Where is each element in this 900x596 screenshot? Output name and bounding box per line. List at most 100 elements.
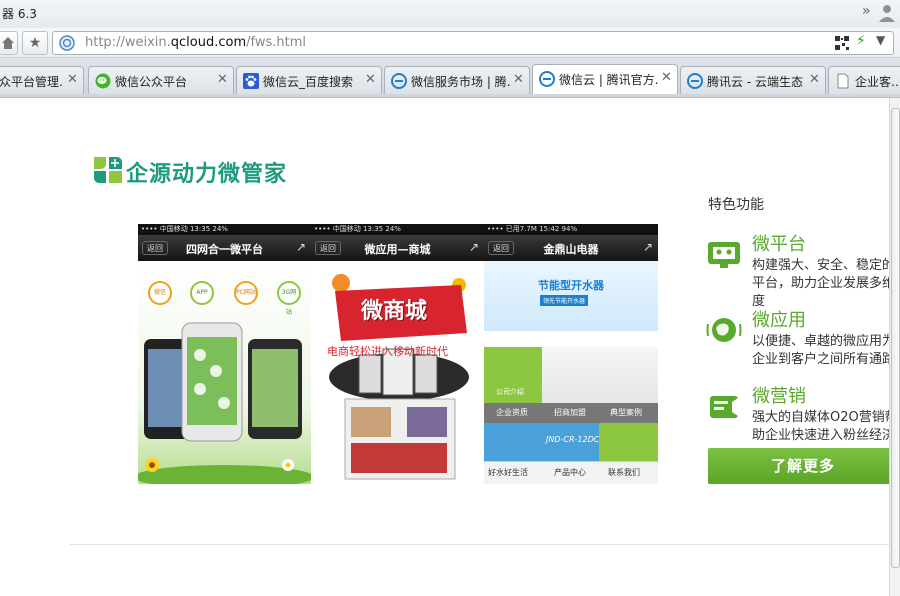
feature-name: 微营销 bbox=[752, 386, 806, 407]
tab-wechat-mp[interactable]: 微信公众平台 ✕ bbox=[88, 66, 234, 94]
tile-label: 典型案例 bbox=[610, 408, 642, 417]
tile-label: 招商加盟 bbox=[554, 408, 586, 417]
phone-bottom-nav: 好水好生活 产品中心 联系我们 bbox=[484, 461, 658, 484]
feature-name: 微应用 bbox=[752, 310, 806, 331]
phone-app-title: 四网合一微平台 bbox=[186, 243, 263, 256]
scrollbar-thumb[interactable] bbox=[891, 108, 900, 568]
address-bar[interactable]: http://weixin.qcloud.com/fws.html ⚡ ▼ bbox=[52, 31, 894, 55]
brand-name: 企源动力微管家 bbox=[126, 162, 288, 187]
screenshot-electrical: •••• 已用7.7M 15:42 94% 返回 金鼎山电器 ↗ 节能型开水器 … bbox=[484, 224, 658, 484]
mall-slogan: 电商轻松进入移动新时代 bbox=[327, 345, 448, 358]
qcloud-icon bbox=[539, 71, 555, 87]
tab-close-icon[interactable]: ✕ bbox=[513, 72, 524, 87]
platform-illustration: 微信 APP PC网站 3G网站 bbox=[138, 261, 311, 484]
marketing-icon bbox=[710, 396, 738, 418]
tile-label: 公司介绍 bbox=[496, 388, 524, 396]
feature-platform: 微平台 构建强大、安全、稳定的平台，助力企业发展多维度 bbox=[706, 230, 889, 309]
share-icon: ↗ bbox=[642, 240, 653, 254]
phone-status-bar: •••• 已用7.7M 15:42 94% bbox=[484, 224, 658, 235]
user-icon[interactable] bbox=[878, 3, 896, 23]
mall-illustration: 微商城 电商轻松进入移动新时代 bbox=[311, 261, 484, 484]
tab-label: 微信云 | 腾讯官方… bbox=[559, 73, 659, 87]
tab-mp-admin[interactable]: 众平台管理… ✕ bbox=[0, 66, 84, 94]
bottom-nav-item: 产品中心 bbox=[554, 468, 586, 477]
channel-tag: PC网站 bbox=[234, 281, 258, 305]
feature-description: 强大的自媒体O2O营销帮助企业快速进入粉丝经济 bbox=[752, 410, 889, 443]
dropdown-chevron-icon[interactable]: ▼ bbox=[876, 33, 885, 47]
title-bar: 器 6.3 » bbox=[0, 0, 900, 28]
channel-tags: 微信 APP PC网站 3G网站 bbox=[148, 281, 301, 316]
home-icon bbox=[2, 37, 14, 49]
phones-illustration bbox=[138, 322, 311, 484]
tab-close-icon[interactable]: ✕ bbox=[217, 72, 228, 87]
globe-app-icon bbox=[706, 318, 742, 342]
tab-label: 微信云_百度搜索 bbox=[263, 75, 354, 89]
tab-close-icon[interactable]: ✕ bbox=[67, 72, 78, 87]
baidu-paw-icon bbox=[243, 73, 259, 89]
home-button[interactable] bbox=[0, 31, 18, 55]
page-content: 企源动力微管家 •••• 中国移动 13:35 24% 返回 四网合一微平台 ↗… bbox=[0, 98, 889, 596]
tab-close-icon[interactable]: ✕ bbox=[365, 72, 376, 87]
double-chevron-icon[interactable]: » bbox=[862, 3, 871, 19]
product-model: JND-CR-12DC bbox=[546, 435, 600, 444]
feature-name: 微平台 bbox=[752, 234, 806, 255]
app-screenshots: •••• 中国移动 13:35 24% 返回 四网合一微平台 ↗ 微信 APP … bbox=[138, 224, 658, 484]
page-scrollbar[interactable] bbox=[889, 98, 900, 596]
app-tile: 公司介绍 bbox=[484, 347, 542, 403]
share-icon: ↗ bbox=[468, 240, 479, 254]
url-text[interactable]: http://weixin.qcloud.com/fws.html bbox=[85, 35, 306, 50]
wechat-icon bbox=[95, 73, 111, 89]
phone-app-title: 微应用—商城 bbox=[364, 243, 431, 256]
page-icon bbox=[837, 73, 849, 89]
phone-app-header: 返回 金鼎山电器 ↗ bbox=[484, 235, 658, 261]
banner-subtitle: 领先节能开水器 bbox=[540, 295, 589, 306]
tab-baidu-search[interactable]: 微信云_百度搜索 ✕ bbox=[236, 66, 382, 94]
electrical-illustration: 节能型开水器 领先节能开水器 公司介绍 企业资质 招商加盟 典型案例 JND-C… bbox=[484, 261, 658, 484]
section-divider bbox=[70, 544, 889, 545]
bottom-nav-item: 联系我们 bbox=[608, 468, 640, 477]
feature-app: 微应用 以便捷、卓越的微应用为企业到客户之间所有通路 bbox=[706, 306, 889, 368]
feature-marketing: 微营销 强大的自媒体O2O营销帮助企业快速进入粉丝经济 bbox=[706, 382, 889, 444]
tab-close-icon[interactable]: ✕ bbox=[661, 70, 672, 85]
screenshot-mall: •••• 中国移动 13:35 24% 返回 微应用—商城 ↗ 微商城 电商轻松… bbox=[311, 224, 484, 484]
product-strip: JND-CR-12DC bbox=[484, 423, 658, 461]
tab-label: 微信服务市场 | 腾… bbox=[411, 75, 511, 89]
url-path: /fws.html bbox=[246, 35, 306, 50]
brand-logo-icon bbox=[94, 157, 122, 183]
tile-row: 企业资质 招商加盟 典型案例 bbox=[484, 403, 658, 423]
channel-tag: 3G网站 bbox=[277, 281, 301, 316]
channel-tag: 微信 bbox=[148, 281, 172, 305]
platform-icon bbox=[708, 242, 740, 268]
phone-status-bar: •••• 中国移动 13:35 24% bbox=[311, 224, 484, 235]
tile-label: 企业资质 bbox=[496, 408, 528, 417]
navigation-bar: ★ http://weixin.qcloud.com/fws.html ⚡ ▼ bbox=[0, 28, 900, 58]
lightning-icon[interactable]: ⚡ bbox=[856, 33, 866, 49]
tab-enterprise[interactable]: 企业客… bbox=[828, 66, 900, 94]
browser-window: 器 6.3 » ★ http://weixin.qcloud.com/fws.h… bbox=[0, 0, 900, 596]
tab-label: 企业客… bbox=[855, 75, 900, 89]
qcloud-icon bbox=[391, 73, 407, 89]
qcloud-icon bbox=[687, 73, 703, 89]
bookmark-button[interactable]: ★ bbox=[22, 31, 48, 55]
share-icon: ↗ bbox=[295, 240, 306, 254]
site-security-icon bbox=[59, 35, 75, 51]
star-icon: ★ bbox=[28, 35, 42, 51]
window-title: 器 6.3 bbox=[2, 7, 37, 21]
url-domain: qcloud.com bbox=[170, 35, 247, 50]
banner-title: 节能型开水器 bbox=[538, 279, 604, 292]
screenshot-platform: •••• 中国移动 13:35 24% 返回 四网合一微平台 ↗ 微信 APP … bbox=[138, 224, 311, 484]
tab-bar: 众平台管理… ✕ 微信公众平台 ✕ 微信云_百度搜索 ✕ 微信服务市场 | 腾…… bbox=[0, 58, 900, 98]
learn-more-button[interactable]: 了解更多 bbox=[708, 448, 889, 484]
bottom-nav-item: 好水好生活 bbox=[488, 468, 528, 477]
tab-label: 腾讯云 - 云端生态 bbox=[707, 75, 803, 89]
family-photo bbox=[542, 347, 658, 403]
tab-tencent-cloud[interactable]: 腾讯云 - 云端生态 ✕ bbox=[680, 66, 826, 94]
tab-label: 微信公众平台 bbox=[115, 75, 188, 89]
feature-description: 以便捷、卓越的微应用为企业到客户之间所有通路 bbox=[752, 334, 889, 367]
tab-close-icon[interactable]: ✕ bbox=[809, 72, 820, 87]
tab-wechat-market[interactable]: 微信服务市场 | 腾… ✕ bbox=[384, 66, 530, 94]
tab-label: 众平台管理… bbox=[0, 75, 63, 89]
qr-code-icon[interactable] bbox=[835, 36, 849, 50]
product-banner: 节能型开水器 领先节能开水器 bbox=[484, 261, 658, 331]
tab-wechat-cloud-active[interactable]: 微信云 | 腾讯官方… ✕ bbox=[532, 64, 678, 94]
